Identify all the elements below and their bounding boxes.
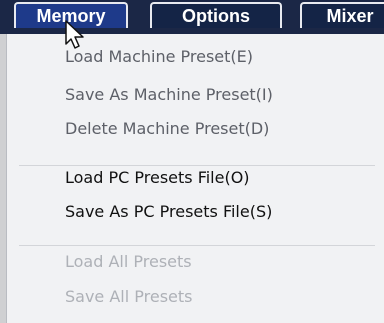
menu-item-save-all-presets: Save All Presets (65, 287, 193, 306)
menu-separator (19, 165, 375, 166)
mouse-pointer-icon (65, 20, 84, 49)
menu-item-delete-machine-preset[interactable]: Delete Machine Preset(D) (65, 119, 269, 138)
menu-item-save-as-pc-presets-file[interactable]: Save As PC Presets File(S) (65, 202, 272, 221)
menu-bar: Memory Options Mixer (0, 0, 384, 34)
menu-item-load-all-presets: Load All Presets (65, 252, 192, 271)
menu-item-load-machine-preset[interactable]: Load Machine Preset(E) (65, 47, 253, 66)
menu-item-save-as-machine-preset[interactable]: Save As Machine Preset(I) (65, 85, 273, 104)
menu-tab-mixer[interactable]: Mixer (300, 2, 384, 28)
menu-separator (19, 245, 375, 246)
menu-item-load-pc-presets-file[interactable]: Load PC Presets File(O) (65, 168, 250, 187)
memory-dropdown-menu: Load Machine Preset(E) Save As Machine P… (6, 34, 384, 323)
menu-tab-options[interactable]: Options (150, 2, 282, 28)
